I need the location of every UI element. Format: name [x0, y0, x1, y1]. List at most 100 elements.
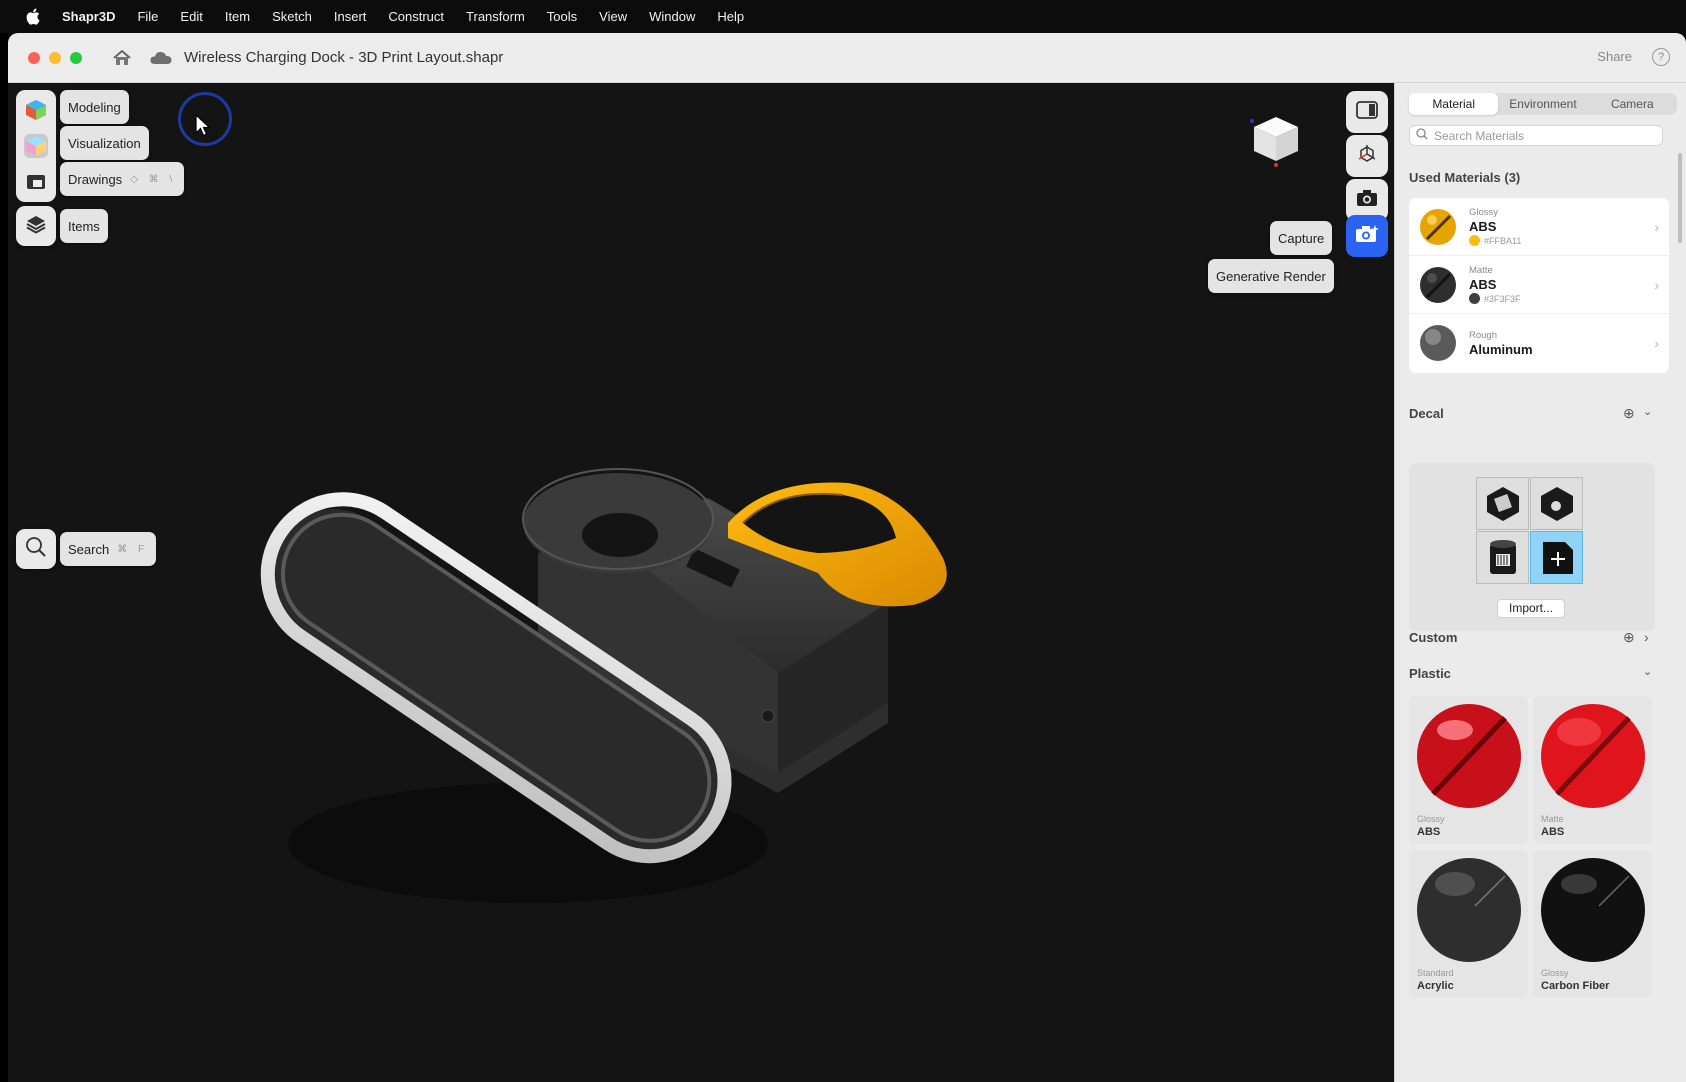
add-circle-icon[interactable]: ⊕	[1623, 629, 1635, 646]
material-search[interactable]	[1409, 125, 1663, 146]
used-materials-title: Used Materials (3)	[1409, 170, 1521, 185]
menu-help[interactable]: Help	[717, 9, 744, 24]
material-tile[interactable]: Glossy ABS	[1409, 696, 1528, 844]
material-color-row: #3F3F3F	[1469, 293, 1521, 304]
material-finish: Glossy	[1469, 207, 1499, 218]
import-decal-button[interactable]: Import...	[1497, 599, 1565, 618]
material-hex: #FFBA11	[1484, 235, 1522, 246]
layers-icon	[25, 213, 47, 240]
search-label: Search	[68, 541, 110, 557]
material-swatch	[1419, 324, 1457, 362]
menu-tools[interactable]: Tools	[547, 9, 577, 24]
material-swatch	[1419, 266, 1457, 304]
zoom-window-button[interactable]	[70, 51, 82, 64]
add-circle-icon[interactable]: ⊕	[1623, 405, 1635, 422]
material-color-row: #FFBA11	[1469, 235, 1521, 246]
menu-item[interactable]: Item	[225, 9, 250, 24]
view-cube[interactable]	[1246, 113, 1306, 178]
menu-edit[interactable]: Edit	[180, 9, 202, 24]
used-material-item[interactable]: Rough Aluminum ›	[1409, 314, 1669, 372]
visualization-mode-icon[interactable]	[24, 134, 48, 158]
drawings-shortcut: ◇ ⌘ \	[130, 173, 177, 185]
material-name: ABS	[1469, 219, 1497, 234]
custom-title: Custom	[1409, 630, 1458, 645]
tab-material[interactable]: Material	[1409, 93, 1499, 115]
generative-render-button[interactable]: Generative Render	[1208, 259, 1334, 293]
material-search-input[interactable]	[1434, 128, 1654, 143]
close-window-button[interactable]	[28, 51, 40, 64]
material-name: Aluminum	[1469, 341, 1533, 357]
used-material-item[interactable]: Glossy ABS #FFBA11 ›	[1409, 198, 1669, 256]
decal-gallery: Import...	[1409, 463, 1655, 631]
menu-view[interactable]: View	[599, 9, 627, 24]
material-name: ABS	[1541, 826, 1565, 838]
material-name: Carbon Fiber	[1541, 980, 1610, 992]
help-icon[interactable]: ?	[1652, 48, 1670, 66]
chevron-right-icon[interactable]: ›	[1644, 629, 1649, 645]
panel-scrollbar[interactable]	[1678, 153, 1682, 243]
material-name: ABS	[1469, 277, 1497, 292]
drawings-mode-icon[interactable]	[24, 170, 48, 194]
items-layers-button[interactable]	[16, 206, 56, 246]
material-sphere	[1417, 704, 1521, 808]
used-material-text: Glossy ABS #FFBA11	[1469, 207, 1521, 246]
tab-camera[interactable]: Camera	[1588, 93, 1677, 115]
home-icon[interactable]	[112, 48, 132, 68]
chevron-right-icon: ›	[1654, 335, 1659, 351]
menu-construct[interactable]: Construct	[388, 9, 444, 24]
tab-environment[interactable]: Environment	[1498, 93, 1587, 115]
visualization-button[interactable]: Visualization	[60, 126, 149, 160]
decal-logo-cube[interactable]	[1530, 477, 1583, 530]
material-tile[interactable]: Glossy Carbon Fiber	[1533, 850, 1652, 998]
appearance-panel: Material Environment Camera Used Materia…	[1394, 83, 1686, 1082]
drawings-button[interactable]: Drawings ◇ ⌘ \	[60, 162, 185, 196]
material-tile[interactable]: Matte ABS	[1533, 696, 1652, 844]
view-orientation-button[interactable]	[1346, 135, 1388, 177]
color-dot	[1469, 235, 1480, 246]
material-swatch	[1419, 208, 1457, 246]
menu-transform[interactable]: Transform	[466, 9, 525, 24]
3d-viewport[interactable]: Modeling Visualization Drawings ◇ ⌘ \ It…	[8, 83, 1394, 1082]
search-tool-button[interactable]	[16, 529, 56, 569]
used-material-item[interactable]: Matte ABS #3F3F3F ›	[1409, 256, 1669, 314]
modeling-button[interactable]: Modeling	[60, 90, 129, 124]
capture-button[interactable]: Capture	[1270, 221, 1333, 255]
items-button[interactable]: Items	[60, 209, 108, 243]
3d-model-scene[interactable]	[8, 83, 1394, 1082]
camera-icon	[1356, 189, 1378, 212]
decal-title: Decal	[1409, 406, 1444, 421]
panel-tabs: Material Environment Camera	[1409, 93, 1677, 115]
decal-barcode-cylinder[interactable]	[1476, 531, 1529, 584]
toggle-panel-button[interactable]	[1346, 91, 1388, 133]
search-button[interactable]: Search ⌘ F	[60, 532, 157, 566]
menu-insert[interactable]: Insert	[334, 9, 367, 24]
material-finish: Matte	[1469, 265, 1493, 276]
share-button[interactable]: Share	[1597, 49, 1632, 64]
menu-sketch[interactable]: Sketch	[272, 9, 312, 24]
chevron-down-icon[interactable]: ⌄	[1643, 665, 1652, 678]
chevron-down-icon[interactable]: ⌄	[1643, 405, 1652, 418]
add-decal-button[interactable]	[1530, 531, 1583, 584]
material-finish: Glossy	[1417, 814, 1445, 824]
cloud-icon[interactable]	[150, 48, 172, 68]
charger-disc	[522, 468, 714, 573]
generative-render-icon-button[interactable]	[1346, 215, 1388, 257]
window-controls	[28, 51, 82, 64]
minimize-window-button[interactable]	[49, 51, 61, 64]
material-tile[interactable]: Standard Acrylic	[1409, 850, 1528, 998]
apple-icon[interactable]	[26, 8, 42, 26]
menu-app-name[interactable]: Shapr3D	[62, 9, 115, 24]
decal-qr-cube[interactable]	[1476, 477, 1529, 530]
document-title: Wireless Charging Dock - 3D Print Layout…	[184, 49, 504, 66]
used-material-text: Rough Aluminum	[1469, 330, 1533, 357]
used-material-text: Matte ABS #3F3F3F	[1469, 265, 1521, 304]
menu-bar: Shapr3D File Edit Item Sketch Insert Con…	[0, 0, 1686, 33]
mouse-cursor-icon	[195, 113, 212, 143]
material-sphere	[1541, 858, 1645, 962]
material-hex: #3F3F3F	[1484, 293, 1521, 304]
material-name: Acrylic	[1417, 980, 1454, 992]
title-bar: Wireless Charging Dock - 3D Print Layout…	[8, 33, 1686, 83]
menu-window[interactable]: Window	[649, 9, 695, 24]
modeling-mode-icon[interactable]	[24, 98, 48, 122]
menu-file[interactable]: File	[137, 9, 158, 24]
